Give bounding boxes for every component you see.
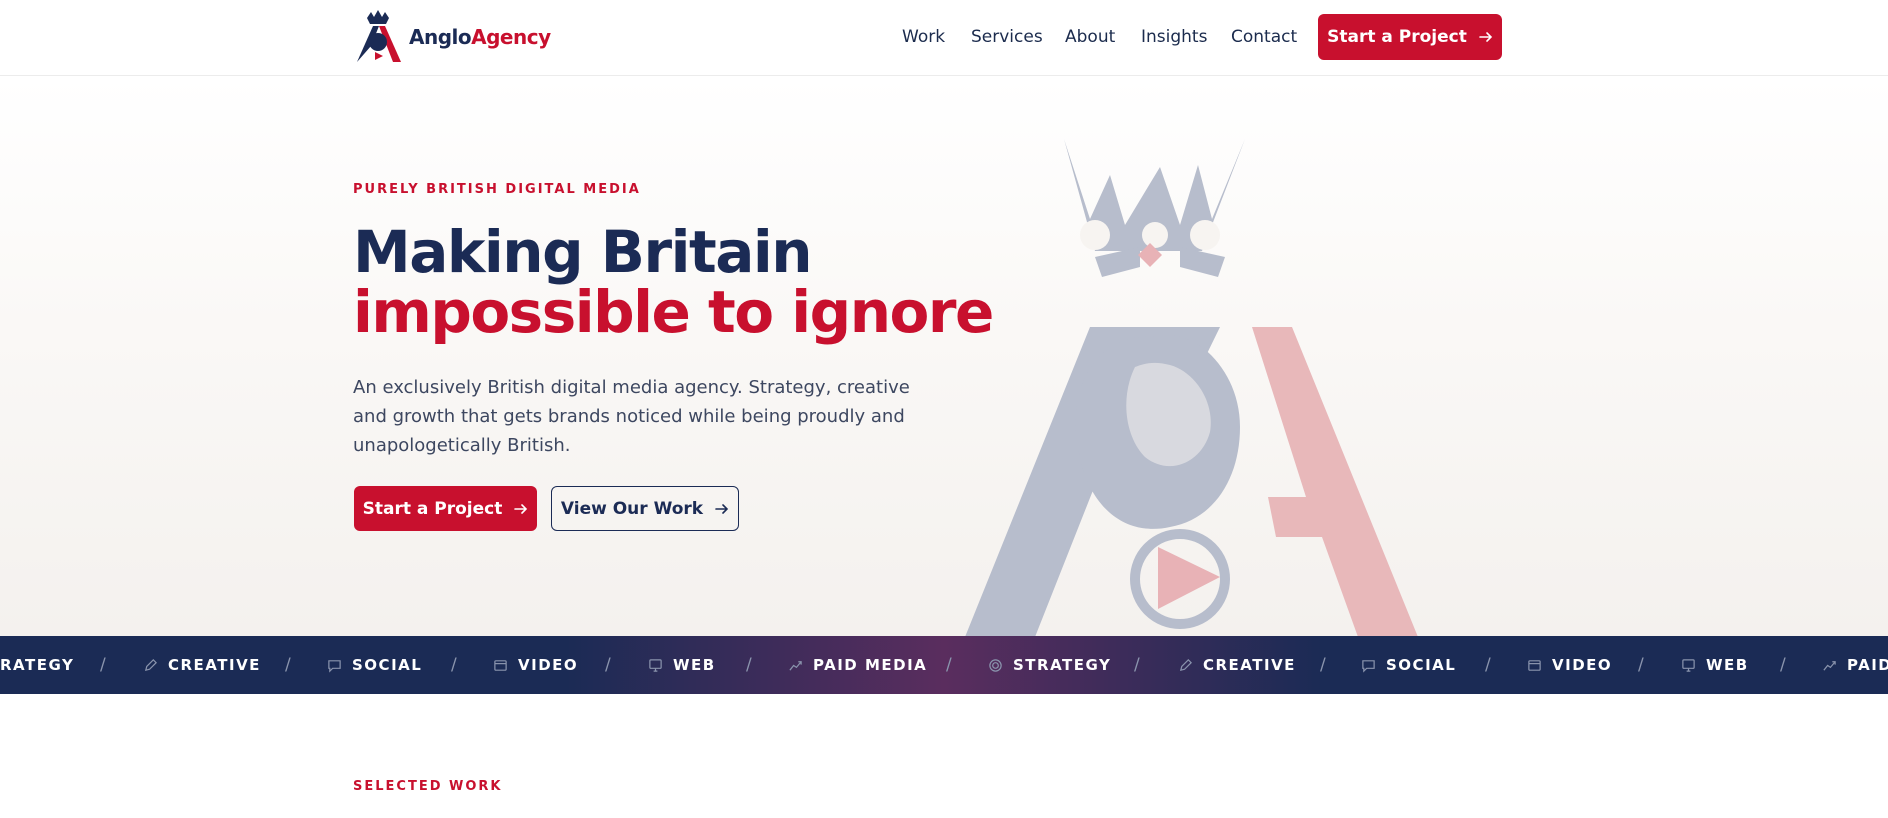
hero-title-line2: impossible to ignore bbox=[353, 278, 994, 346]
monitor-icon bbox=[649, 658, 662, 672]
arrow-right-icon bbox=[514, 503, 528, 514]
site-header: AngloAgency Work Services About Insights… bbox=[0, 0, 1888, 76]
pencil-icon bbox=[1179, 658, 1192, 671]
header-start-project-button[interactable]: Start a Project bbox=[1318, 14, 1502, 60]
services-ticker: RATEGY / CREATIVE / SOCIAL / VIDEO / WEB… bbox=[0, 636, 1888, 694]
nav-item-contact[interactable]: Contact bbox=[1231, 27, 1297, 47]
ticker-item-label: VIDEO bbox=[518, 656, 579, 674]
header-cta-label: Start a Project bbox=[1327, 27, 1467, 47]
ticker-item: CREATIVE bbox=[143, 636, 261, 694]
hero-title: Making Britain impossible to ignore bbox=[353, 218, 994, 346]
ticker-item-label: STRATEGY bbox=[1013, 656, 1112, 674]
nav-item-services[interactable]: Services bbox=[971, 27, 1043, 47]
chat-icon bbox=[328, 659, 341, 673]
ticker-item: VIDEO bbox=[493, 636, 578, 694]
lion-crest-illustration-icon bbox=[965, 139, 1418, 636]
video-icon bbox=[1528, 659, 1541, 671]
ticker-item-label: WEB bbox=[1706, 656, 1749, 674]
ticker-item: RATEGY bbox=[0, 636, 74, 694]
pencil-icon bbox=[144, 658, 157, 671]
ticker-item-label: WEB bbox=[673, 656, 716, 674]
ticker-separator: / bbox=[605, 655, 611, 675]
target-icon bbox=[989, 658, 1002, 672]
ticker-item-label: PAID bbox=[1847, 656, 1888, 674]
monitor-icon bbox=[1682, 658, 1695, 672]
chat-icon bbox=[1362, 659, 1375, 673]
lion-crest-logo-icon bbox=[357, 10, 401, 62]
ticker-separator: / bbox=[451, 655, 457, 675]
hero-section: PURELY BRITISH DIGITAL MEDIA Making Brit… bbox=[0, 77, 1888, 636]
hero-primary-cta-label: Start a Project bbox=[362, 498, 503, 519]
arrow-right-icon bbox=[715, 503, 729, 514]
ticker-item-label: CREATIVE bbox=[1203, 656, 1296, 674]
logo[interactable]: AngloAgency bbox=[353, 10, 551, 64]
video-icon bbox=[494, 659, 507, 671]
ticker-item-label: SOCIAL bbox=[352, 656, 423, 674]
ticker-item-label: VIDEO bbox=[1552, 656, 1613, 674]
selected-work-eyebrow: SELECTED WORK bbox=[353, 779, 503, 794]
ticker-item-label: PAID MEDIA bbox=[813, 656, 928, 674]
ticker-item: STRATEGY bbox=[988, 636, 1111, 694]
ticker-item-label: CREATIVE bbox=[168, 656, 261, 674]
ticker-item-label: SOCIAL bbox=[1386, 656, 1457, 674]
ticker-separator: / bbox=[946, 655, 952, 675]
ticker-separator: / bbox=[1134, 655, 1140, 675]
ticker-item: SOCIAL bbox=[327, 636, 422, 694]
hero-title-line1: Making Britain bbox=[353, 218, 813, 286]
nav-item-about[interactable]: About bbox=[1065, 27, 1115, 47]
ticker-item: SOCIAL bbox=[1361, 636, 1456, 694]
hero-eyebrow: PURELY BRITISH DIGITAL MEDIA bbox=[353, 182, 641, 197]
ticker-separator: / bbox=[285, 655, 291, 675]
ticker-separator: / bbox=[100, 655, 106, 675]
ticker-item: PAID MEDIA bbox=[788, 636, 927, 694]
chart-icon bbox=[789, 660, 802, 671]
ticker-separator: / bbox=[1638, 655, 1644, 675]
hero-secondary-cta-label: View Our Work bbox=[560, 498, 704, 519]
ticker-item: WEB bbox=[1681, 636, 1749, 694]
ticker-item: WEB bbox=[648, 636, 716, 694]
chart-icon bbox=[1823, 660, 1836, 671]
view-our-work-button[interactable]: View Our Work bbox=[551, 486, 739, 531]
ticker-item: PAID bbox=[1822, 636, 1888, 694]
hero-start-project-button[interactable]: Start a Project bbox=[354, 486, 537, 531]
ticker-item: VIDEO bbox=[1527, 636, 1612, 694]
ticker-separator: / bbox=[1485, 655, 1491, 675]
nav-item-insights[interactable]: Insights bbox=[1141, 27, 1207, 47]
arrow-right-icon bbox=[1479, 32, 1493, 42]
brand-name-part1: Anglo bbox=[409, 25, 472, 49]
ticker-separator: / bbox=[746, 655, 752, 675]
nav-item-work[interactable]: Work bbox=[902, 27, 945, 47]
ticker-item: CREATIVE bbox=[1178, 636, 1296, 694]
ticker-separator: / bbox=[1320, 655, 1326, 675]
brand-name-part2: Agency bbox=[471, 25, 551, 49]
brand-name: AngloAgency bbox=[409, 25, 551, 49]
ticker-item-label: RATEGY bbox=[0, 656, 75, 674]
hero-description: An exclusively British digital media age… bbox=[353, 377, 910, 456]
ticker-separator: / bbox=[1780, 655, 1786, 675]
